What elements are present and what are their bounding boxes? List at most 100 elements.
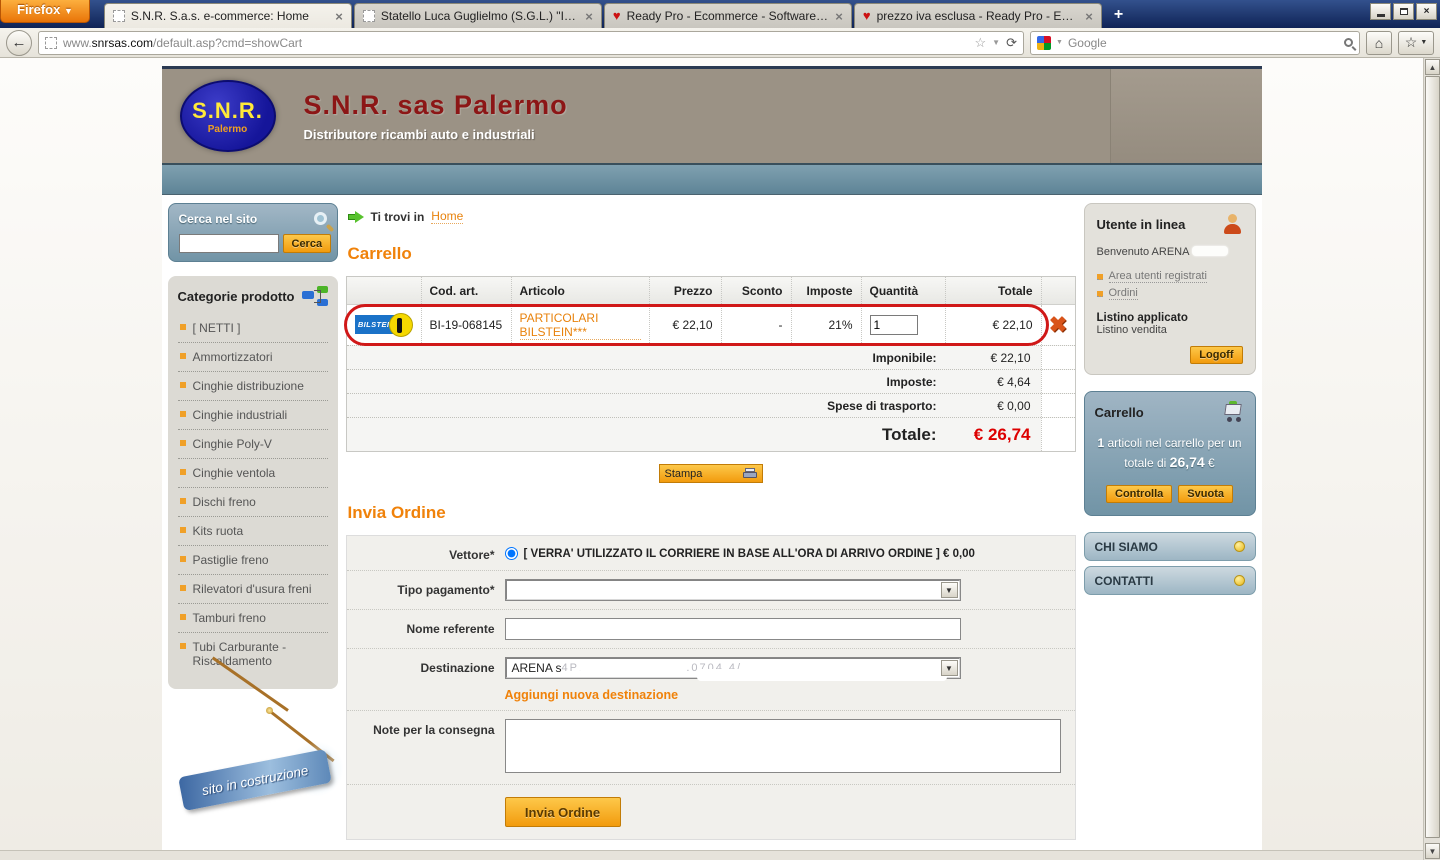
logo-text: S.N.R. (192, 97, 263, 123)
header-text: S.N.R. sas Palermo Distributore ricambi … (304, 90, 568, 142)
tab-title: prezzo iva esclusa - Ready Pro - Ecomme.… (876, 9, 1080, 23)
scrollbar-thumb[interactable] (1425, 76, 1440, 838)
tab-close-icon[interactable]: × (835, 9, 843, 24)
readypro-favicon: ♥ (862, 8, 871, 23)
category-item-cinghie-polyv[interactable]: Cinghie Poly-V (177, 429, 328, 458)
bookmarks-button[interactable]: ☆ ▼ (1398, 30, 1434, 55)
vettore-radio[interactable] (504, 547, 518, 560)
category-item-cinghie-ventola[interactable]: Cinghie ventola (177, 458, 328, 487)
cart-title: Carrello (347, 244, 412, 263)
home-button[interactable]: ⌂ (1366, 30, 1392, 55)
chi-siamo-bar[interactable]: CHI SIAMO (1083, 532, 1256, 561)
nome-referente-input[interactable] (504, 618, 961, 640)
close-button[interactable]: × (1416, 3, 1437, 20)
note-consegna-textarea[interactable] (504, 719, 1061, 773)
bullet-icon (179, 614, 186, 620)
category-item-kits-ruota[interactable]: Kits ruota (177, 516, 328, 545)
url-dropdown-icon[interactable]: ▼ (992, 38, 1000, 47)
placeholder-favicon (362, 10, 375, 22)
tab-close-icon[interactable]: × (335, 9, 343, 24)
category-item-rilevatori[interactable]: Rilevatori d'usura freni (177, 574, 328, 603)
controlla-button[interactable]: Controlla (1106, 485, 1173, 503)
category-item-dischi-freno[interactable]: Dischi freno (177, 487, 328, 516)
yellow-dot-icon (1233, 575, 1245, 586)
select-dropdown-icon[interactable]: ▼ (940, 660, 958, 676)
tab-readypro[interactable]: ♥ Ready Pro - Ecommerce - Software Gesti… (603, 3, 852, 28)
ordini-link[interactable]: Ordini (1096, 287, 1243, 300)
content-area: Cerca nel sito Cerca Categorie prodotto … (161, 195, 1262, 850)
print-button[interactable]: Stampa (658, 464, 763, 483)
bullet-icon (179, 527, 186, 533)
aggiungi-destinazione-link[interactable]: Aggiungi nuova destinazione (505, 688, 679, 702)
reload-icon[interactable]: ⟳ (1006, 35, 1017, 51)
horizontal-scrollbar[interactable] (0, 850, 1423, 860)
tab-title: S.N.R. S.a.s. e-commerce: Home (130, 9, 309, 23)
search-box[interactable]: ▼ Google (1030, 30, 1360, 55)
category-item-ammortizzatori[interactable]: Ammortizzatori (177, 342, 328, 371)
site-search-input[interactable] (178, 234, 279, 253)
category-item-pastiglie-freno[interactable]: Pastiglie freno (177, 545, 328, 574)
category-item-tamburi-freno[interactable]: Tamburi freno (177, 603, 328, 632)
firefox-menu-button[interactable]: Firefox ▼ (0, 0, 90, 23)
destinazione-label: Destinazione (420, 661, 495, 675)
tab-snr-home[interactable]: S.N.R. S.a.s. e-commerce: Home × (103, 3, 352, 28)
new-tab-button[interactable]: + (1104, 6, 1133, 28)
category-item-netti[interactable]: [ NETTI ] (178, 314, 328, 342)
destinazione-select[interactable]: ARENA s 4Pl. u . . JSuu. 20.0704 4/ ▼ (504, 657, 961, 681)
vettore-label: Vettore* (449, 548, 495, 562)
quantity-input[interactable] (869, 315, 918, 335)
cart-summary-panel: Carrello 1 articoli nel carrello per un … (1083, 391, 1256, 516)
cart-panel-title: Carrello (1094, 404, 1144, 420)
url-bar[interactable]: www.snrsas.com/default.asp?cmd=showCart … (38, 30, 1024, 55)
total-value: € 26,74 (973, 424, 1031, 444)
url-path: /default.asp?cmd=showCart (153, 35, 303, 50)
col-sconto: Sconto (720, 277, 791, 304)
categories-title: Categorie prodotto (177, 288, 295, 304)
chevron-down-icon: ▼ (1420, 39, 1428, 46)
tab-close-icon[interactable]: × (585, 9, 593, 24)
contatti-bar[interactable]: CONTATTI (1083, 566, 1256, 595)
breadcrumb: Ti trovi in Home (347, 209, 1076, 224)
site-search-button[interactable]: Cerca (282, 234, 332, 253)
restore-button[interactable] (1393, 3, 1414, 20)
item-tax: 21% (790, 305, 861, 345)
tab-close-icon[interactable]: × (1085, 9, 1093, 24)
main-navbar (161, 163, 1262, 195)
snr-logo: S.N.R. Palermo (179, 80, 276, 152)
svuota-button[interactable]: Svuota (1178, 485, 1233, 503)
yellow-dot-icon (1233, 541, 1245, 552)
col-quantita: Quantità (860, 277, 945, 304)
bullet-icon (179, 556, 186, 562)
tipo-pagamento-select[interactable]: ▼ (504, 579, 961, 601)
vettore-row: Vettore* [ VERRA' UTILIZZATO IL CORRIERE… (347, 536, 1075, 570)
breadcrumb-home-link[interactable]: Home (431, 209, 464, 224)
scroll-down-button[interactable]: ▼ (1425, 843, 1440, 859)
chevron-down-icon: ▼ (63, 6, 73, 16)
category-item-cinghie-distribuzione[interactable]: Cinghie distribuzione (177, 371, 328, 400)
search-engine-label: Google (1067, 35, 1107, 50)
scroll-up-button[interactable]: ▲ (1425, 59, 1440, 75)
vertical-scrollbar[interactable]: ▲ ▼ (1423, 58, 1440, 860)
navigation-toolbar: ← www.snrsas.com/default.asp?cmd=showCar… (0, 28, 1440, 58)
tab-prezzo-iva[interactable]: ♥ prezzo iva esclusa - Ready Pro - Ecomm… (853, 3, 1102, 28)
minimize-button[interactable] (1370, 3, 1391, 20)
imponibile-value: € 22,10 (990, 350, 1031, 365)
back-button[interactable]: ← (6, 29, 32, 56)
breadcrumb-prefix: Ti trovi in (370, 209, 425, 224)
url-prefix: www. (63, 35, 92, 50)
search-icon[interactable] (1344, 38, 1353, 47)
item-name-link[interactable]: PARTICOLARI BILSTEIN*** (519, 311, 641, 340)
sitemap-icon (301, 286, 328, 306)
category-item-cinghie-industriali[interactable]: Cinghie industriali (177, 400, 328, 429)
select-dropdown-icon[interactable]: ▼ (940, 582, 958, 598)
delete-item-icon[interactable]: ✖ (1049, 314, 1067, 336)
invia-ordine-button[interactable]: Invia Ordine (504, 797, 621, 827)
tab-statello[interactable]: Statello Luca Guglielmo (S.G.L.) "Inform… (353, 3, 602, 28)
category-item-tubi-carburante[interactable]: Tubi Carburante - Riscaldamento (177, 632, 328, 675)
summary-row: Imponibile: € 22,10 (346, 345, 1075, 369)
area-utenti-link[interactable]: Area utenti registrati (1096, 270, 1243, 283)
logoff-button[interactable]: Logoff (1190, 346, 1243, 364)
bookmark-star-icon[interactable]: ☆ (975, 35, 987, 51)
readypro-favicon: ♥ (612, 8, 621, 23)
engine-dropdown-icon[interactable]: ▼ (1056, 39, 1063, 46)
